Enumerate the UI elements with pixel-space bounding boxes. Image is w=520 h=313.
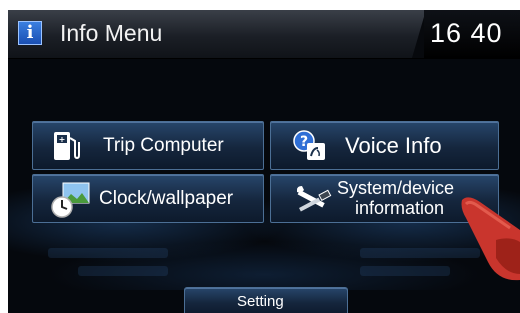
background-stripe [360,248,480,258]
wrench-screwdriver-icon [297,186,332,212]
voice-info-label: Voice Info [345,133,442,158]
head-unit-screen: i Info Menu 16 40 + Trip Computer ? Voic… [8,10,520,313]
fuel-pump-icon: + [54,132,80,160]
system-device-label-line2: information [355,198,445,218]
setting-button[interactable]: Setting [184,287,348,313]
background-stripe [48,248,168,258]
background-stripe [78,266,168,276]
svg-text:+: + [59,135,66,144]
trip-computer-label: Trip Computer [103,135,224,156]
clock-wallpaper-button[interactable]: Clock/wallpaper [32,174,264,223]
page-title: Info Menu [60,20,163,46]
voice-help-icon: ? [293,130,325,160]
clock-wallpaper-icon [51,182,90,218]
setting-label: Setting [237,293,284,310]
header-bar: i Info Menu 16 40 [8,10,520,59]
clock-display: 16 40 [430,18,503,48]
clock-wallpaper-label: Clock/wallpaper [99,188,234,209]
svg-text:?: ? [300,134,308,150]
system-device-information-button[interactable]: System/device information [270,174,499,223]
trip-computer-button[interactable]: + Trip Computer [32,121,264,170]
info-icon: i [18,21,42,45]
system-device-label-line1: System/device [337,178,455,198]
background-stripe [360,266,450,276]
voice-info-button[interactable]: ? Voice Info [270,121,499,170]
